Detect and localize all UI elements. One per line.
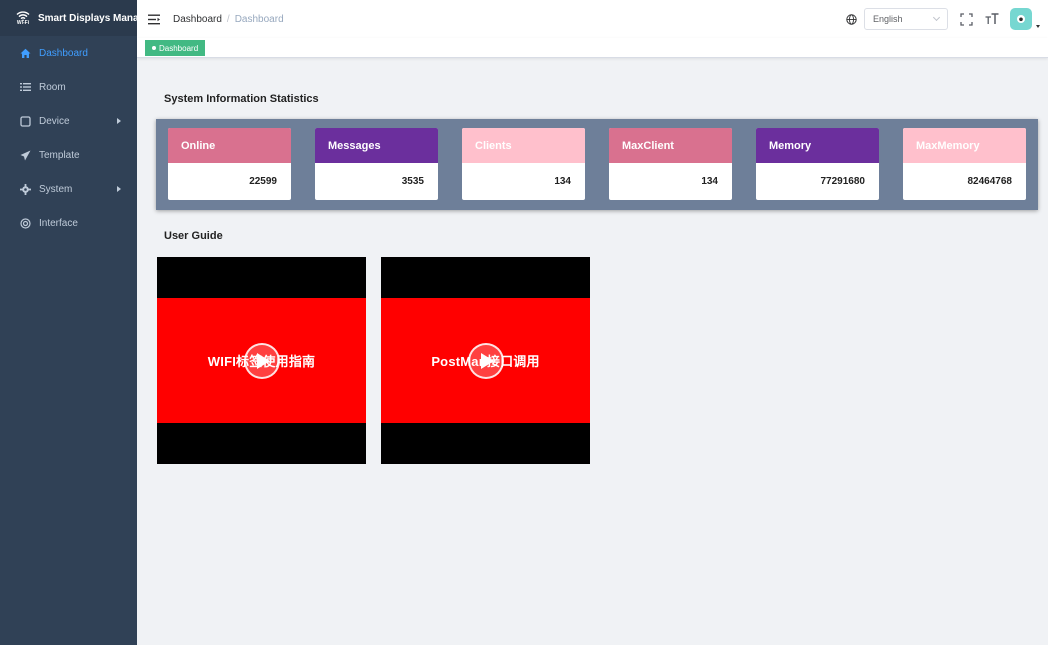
sidebar-item-system[interactable]: System (0, 172, 137, 206)
stat-value: 134 (701, 176, 718, 187)
stat-label: Messages (315, 128, 438, 163)
chevron-down-icon (932, 13, 941, 22)
sidebar-item-label: Room (39, 81, 66, 93)
stats-panel: Online 22599 Messages 3535 Clients 134 M… (156, 119, 1038, 210)
sidebar-item-label: Template (39, 149, 80, 161)
stat-card-clients: Clients 134 (462, 128, 585, 200)
breadcrumb-separator: / (226, 13, 230, 25)
stat-value: 22599 (249, 176, 277, 187)
stat-card-memory: Memory 77291680 (756, 128, 879, 200)
guide-title: User Guide (164, 230, 223, 242)
hamburger-icon[interactable] (147, 12, 161, 26)
sidebar-menu: Dashboard Room Device Template System In… (0, 36, 137, 240)
globe-icon (846, 13, 858, 25)
stat-value: 82464768 (967, 176, 1013, 187)
sidebar-item-label: Dashboard (39, 47, 88, 59)
sidebar-item-label: Interface (39, 217, 78, 229)
stat-card-maxclient: MaxClient 134 (609, 128, 732, 200)
tag-label: Dashboard (159, 43, 199, 53)
stat-label: MaxMemory (903, 128, 1026, 163)
play-icon[interactable] (243, 342, 280, 379)
navbar: Dashboard / Dashboard English (137, 0, 1048, 38)
sidebar-item-template[interactable]: Template (0, 138, 137, 172)
sidebar-item-device[interactable]: Device (0, 104, 137, 138)
stat-label: Online (168, 128, 291, 163)
breadcrumb-current: Dashboard (234, 13, 284, 25)
sidebar-item-interface[interactable]: Interface (0, 206, 137, 240)
tag-dashboard[interactable]: Dashboard (145, 40, 206, 56)
home-icon (19, 47, 31, 59)
logo-text: Wi-Fi (16, 19, 30, 26)
language-value: English (873, 14, 903, 24)
caret-right-icon (117, 186, 121, 192)
avatar[interactable] (1010, 8, 1032, 30)
sidebar-item-label: Device (39, 115, 70, 127)
sidebar-item-dashboard[interactable]: Dashboard (0, 36, 137, 70)
interface-icon (19, 217, 31, 229)
caret-right-icon (117, 118, 121, 124)
language-select[interactable]: English (864, 8, 948, 30)
stat-value: 77291680 (820, 176, 866, 187)
stat-value: 134 (554, 176, 571, 187)
wifi-icon: Wi-Fi (16, 10, 30, 26)
stat-card-online: Online 22599 (168, 128, 291, 200)
list-icon (19, 81, 31, 93)
sidebar-item-label: System (39, 183, 73, 195)
tags-view: Dashboard (137, 38, 1048, 58)
breadcrumb: Dashboard / Dashboard (173, 14, 284, 25)
send-icon (19, 149, 31, 161)
brand[interactable]: Wi-Fi Smart Displays Manager (0, 0, 154, 36)
video-player[interactable]: WIFI标签使用指南 (157, 257, 366, 464)
stat-label: Memory (756, 128, 879, 163)
stat-card-messages: Messages 3535 (315, 128, 438, 200)
font-size-icon[interactable] (984, 11, 1000, 27)
tag-dot-icon (152, 46, 156, 50)
breadcrumb-home[interactable]: Dashboard (173, 14, 222, 25)
stat-value: 3535 (401, 176, 424, 187)
stat-label: MaxClient (609, 128, 732, 163)
stat-label: Clients (462, 128, 585, 163)
caret-down-icon[interactable] (1036, 24, 1040, 28)
stat-card-maxmemory: MaxMemory 82464768 (903, 128, 1026, 200)
sidebar: Wi-Fi Smart Displays Manager Dashboard R… (0, 0, 154, 645)
video-player[interactable]: PostMan接口调用 (381, 257, 590, 464)
play-icon[interactable] (467, 342, 504, 379)
device-icon (19, 115, 31, 127)
stats-title: System Information Statistics (164, 93, 319, 105)
right-menu: English (846, 0, 1048, 38)
fullscreen-icon[interactable] (958, 11, 974, 27)
sidebar-item-room[interactable]: Room (0, 70, 137, 104)
gear-icon (19, 183, 31, 195)
